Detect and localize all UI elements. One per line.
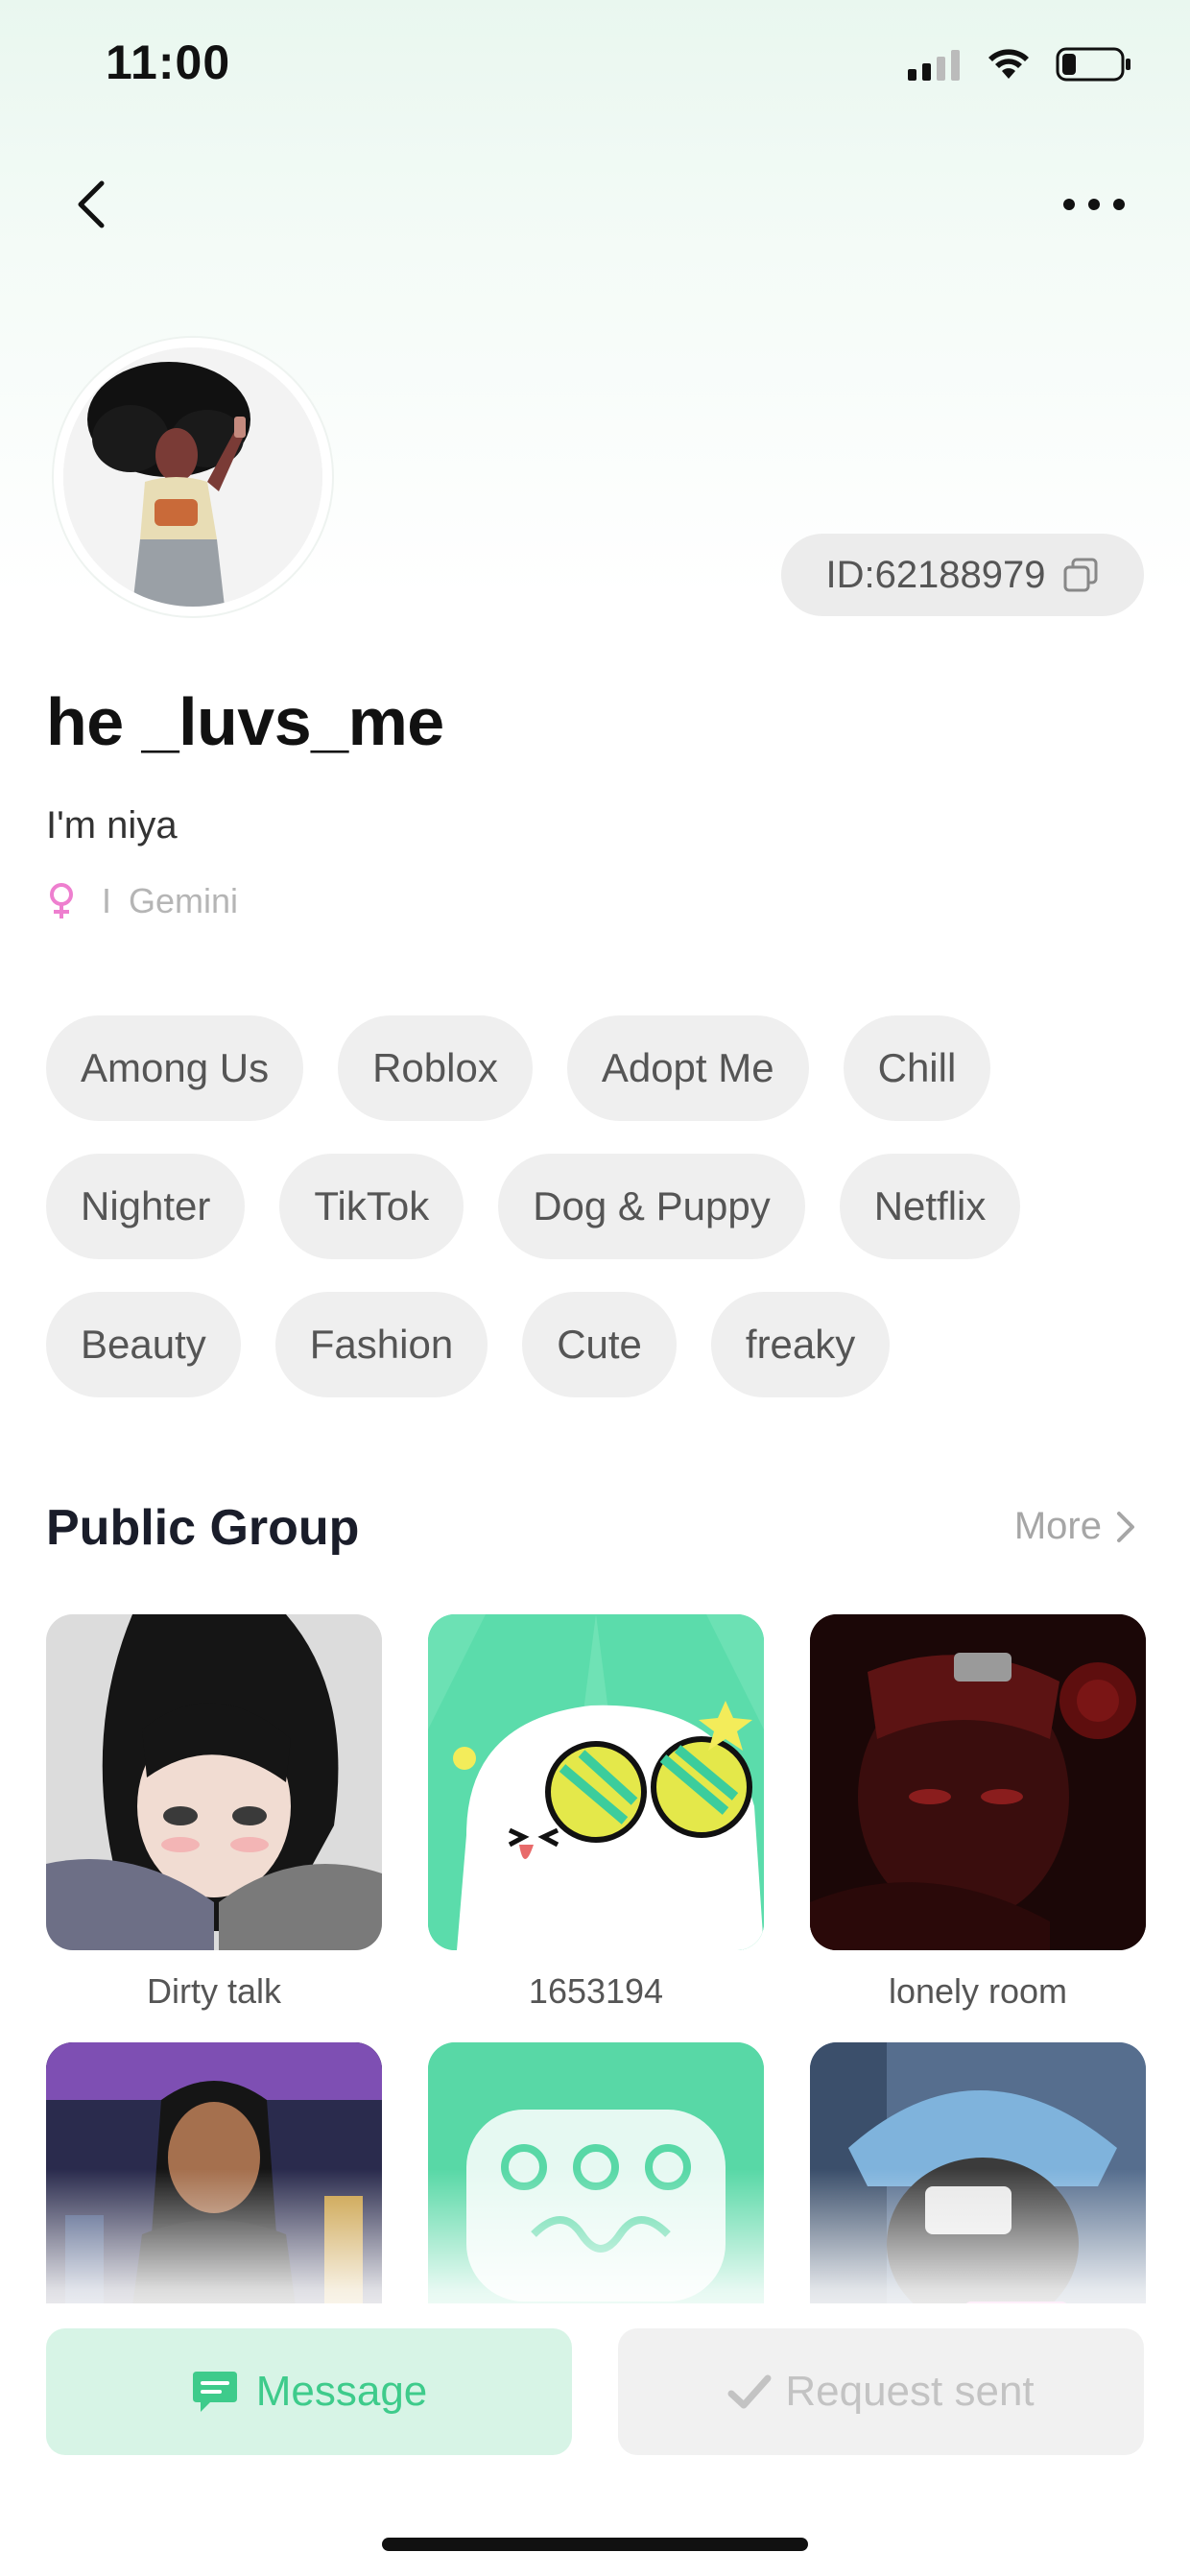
group-name: Dirty talk: [146, 1971, 281, 2011]
public-group-title: Public Group: [46, 1500, 360, 1556]
status-icons: [908, 46, 1132, 83]
back-button[interactable]: [65, 178, 119, 231]
tag-roblox[interactable]: Roblox: [338, 1015, 533, 1121]
tag-adopt-me[interactable]: Adopt Me: [566, 1015, 809, 1121]
cellular-signal-icon: [908, 50, 960, 81]
group-card[interactable]: lonely room: [810, 1614, 1146, 2012]
anime-girl-image: [46, 1614, 382, 1950]
copy-icon: [1063, 558, 1098, 592]
tag-row: Among Us Roblox Adopt Me Chill: [46, 1015, 1150, 1121]
avatar-illustration: [63, 347, 322, 607]
gender-zodiac-row: I Gemini: [46, 881, 238, 921]
zodiac-separator: I: [102, 881, 112, 920]
group-name: 1653194: [528, 1971, 664, 2011]
status-bar: 11:00: [0, 0, 1190, 134]
more-label: More: [1013, 1505, 1102, 1547]
home-indicator: [382, 2538, 808, 2551]
group-thumbnail: [810, 1614, 1146, 1950]
interest-tags: Among Us Roblox Adopt Me Chill Nighter T…: [46, 1015, 1150, 1430]
user-id-label: ID:62188979: [825, 553, 1046, 596]
bio-text: I'm niya: [46, 804, 178, 847]
tag-tiktok[interactable]: TikTok: [279, 1154, 464, 1259]
tag-among-us[interactable]: Among Us: [46, 1015, 304, 1121]
tag-netflix[interactable]: Netflix: [839, 1154, 1021, 1259]
tag-chill[interactable]: Chill: [843, 1015, 991, 1121]
public-group-more-link[interactable]: More: [1014, 1505, 1136, 1548]
tag-beauty[interactable]: Beauty: [46, 1292, 241, 1397]
chevron-left-icon: [78, 180, 105, 228]
chevron-right-icon: [1117, 1511, 1134, 1542]
message-button[interactable]: Message: [46, 2328, 572, 2455]
tag-nighter[interactable]: Nighter: [46, 1154, 246, 1259]
dark-anime-image: [810, 1614, 1146, 1950]
female-gender-icon: [50, 883, 73, 918]
app-mascot-image: [428, 1614, 764, 1950]
group-card[interactable]: Dirty talk: [46, 1614, 382, 2012]
ellipsis-icon: [1063, 199, 1125, 210]
user-id-pill[interactable]: ID:62188979: [781, 534, 1144, 616]
status-time: 11:00: [106, 36, 231, 89]
more-options-button[interactable]: [1056, 178, 1132, 231]
tag-freaky[interactable]: freaky: [710, 1292, 891, 1397]
zodiac-sign: Gemini: [129, 881, 239, 920]
tag-cute[interactable]: Cute: [522, 1292, 677, 1397]
profile-avatar[interactable]: [54, 338, 332, 616]
group-thumbnail: [428, 1614, 764, 1950]
group-thumbnail: [46, 1614, 382, 1950]
tag-row: Beauty Fashion Cute freaky: [46, 1292, 1150, 1397]
message-button-label: Message: [255, 2368, 428, 2415]
group-card[interactable]: 1653194: [428, 1614, 764, 2012]
battery-icon: [1056, 47, 1130, 82]
wifi-icon: [988, 49, 1029, 79]
request-sent-button[interactable]: Request sent: [618, 2328, 1144, 2455]
username: he _luvs_me: [46, 684, 444, 759]
tag-dog-puppy[interactable]: Dog & Puppy: [498, 1154, 805, 1259]
chat-bubble-icon: [192, 2372, 237, 2412]
checkmark-icon: [727, 2374, 772, 2409]
tag-row: Nighter TikTok Dog & Puppy Netflix: [46, 1154, 1150, 1259]
request-sent-label: Request sent: [785, 2368, 1035, 2415]
tag-fashion[interactable]: Fashion: [274, 1292, 488, 1397]
group-name: lonely room: [888, 1971, 1068, 2011]
